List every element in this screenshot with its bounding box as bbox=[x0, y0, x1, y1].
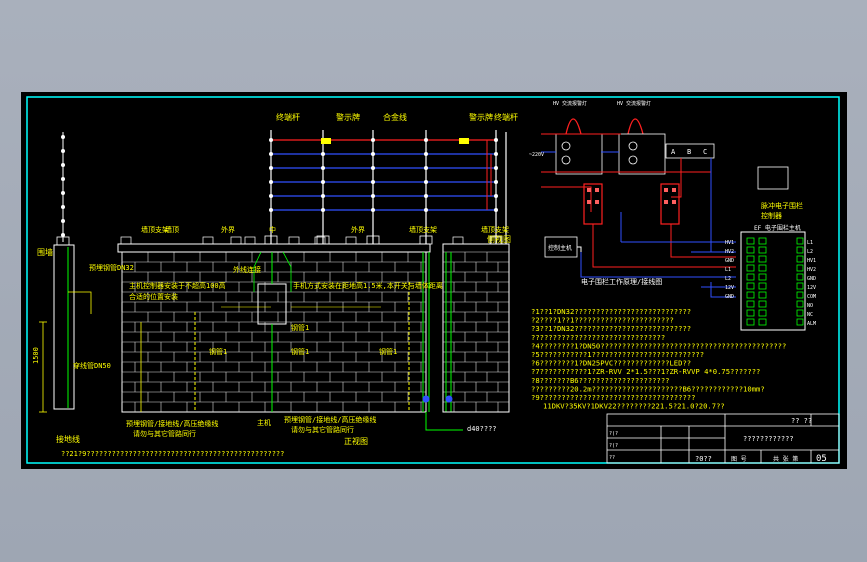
switch-label-3: L1 bbox=[725, 267, 731, 273]
label-pipe-v: 穿线管DN50 bbox=[73, 361, 111, 370]
power-label: ~220V bbox=[529, 152, 544, 158]
switch-label-0: HV1 bbox=[725, 240, 734, 246]
callout-pipe-e: 钢管1 bbox=[291, 347, 309, 356]
title-date: ?0?? bbox=[695, 455, 712, 463]
title-sheet-number: 05 bbox=[816, 454, 827, 464]
callout-controller: 主机控制器安装于不超高100高 bbox=[129, 281, 226, 290]
side-wall bbox=[53, 244, 75, 410]
label-side-view: 侧视图 bbox=[487, 234, 511, 244]
legend-title: 脉冲电子围栏 bbox=[761, 201, 803, 210]
terminal-a: A bbox=[671, 148, 676, 156]
pin-label-8: NC bbox=[807, 312, 813, 318]
note-line-11: 11DKV?35KV?1DKV22????????221.5?21.0?20.7… bbox=[543, 402, 725, 411]
lamp-label-2: HV 交流报警灯 bbox=[617, 100, 651, 107]
title-page-label: 共 张 第 bbox=[773, 455, 798, 463]
tag-label-4: 外界 bbox=[351, 225, 365, 234]
label-pole-right: 终端杆 bbox=[494, 112, 518, 122]
pin-label-6: COM bbox=[807, 294, 816, 300]
pin-label-9: ALM bbox=[807, 321, 816, 327]
label-front-view: 正视图 bbox=[344, 436, 368, 446]
fence-note: ??21?9??????????????????????????????????… bbox=[61, 450, 284, 458]
bottom-label-d: 预埋钢管/接地线/高压绝缘线 bbox=[284, 415, 376, 424]
pin-label-7: NO bbox=[807, 303, 813, 309]
switch-label-6: GND bbox=[725, 294, 734, 300]
bottom-label-host: 主机 bbox=[257, 418, 271, 427]
callout-pipe-d: 钢管1 bbox=[209, 347, 227, 356]
label-fence-wire: 合金线 bbox=[383, 112, 407, 122]
legend-subtitle: 控制器 bbox=[761, 211, 782, 220]
label-pipe-dn32: 预埋钢管DN32 bbox=[89, 263, 134, 272]
switch-label-5: 12V bbox=[725, 285, 734, 291]
title-drawing-name: ???????????? bbox=[743, 435, 794, 443]
callout-d40: d40???? bbox=[467, 425, 497, 433]
switch-label-4: L2 bbox=[725, 276, 731, 282]
notes-block: ?1??1?DN32????????????????????????????2?… bbox=[531, 307, 786, 411]
callout-position: 合适的位置安装 bbox=[129, 292, 178, 301]
host-label: 控制主机 bbox=[548, 244, 572, 252]
label-wall: 围墙 bbox=[37, 247, 53, 257]
legend-box-title: EF 电子围栏主机 bbox=[754, 224, 801, 232]
lamp-label-1: HV 交流报警灯 bbox=[553, 100, 587, 107]
pin-label-4: GND bbox=[807, 276, 816, 282]
tag-label-3: 中 bbox=[269, 225, 276, 234]
tag-label-2: 外界 bbox=[221, 225, 235, 234]
title-row-1: ?(? bbox=[609, 431, 618, 437]
label-height-dim: 1500 bbox=[32, 347, 40, 364]
pin-label-1: L2 bbox=[807, 249, 813, 255]
schematic-caption: 电子围栏工作原理/接线图 bbox=[581, 277, 662, 286]
callout-switch: 手机方式安装在距地高1.5米,本开关与墙体距离 bbox=[293, 281, 443, 290]
label-sign-left: 警示牌 bbox=[336, 112, 360, 122]
callout-pipe-g: 钢管1 bbox=[291, 323, 309, 332]
wall-cap bbox=[117, 243, 431, 253]
bottom-label-a: 预埋钢管/接地线/高压绝缘线 bbox=[126, 419, 218, 428]
switch-label-2: GND bbox=[725, 258, 734, 264]
pin-label-3: HV2 bbox=[807, 267, 816, 273]
label-ground: 接地线 bbox=[56, 434, 80, 444]
bottom-label-e: 请勿与其它管路同行 bbox=[291, 425, 354, 434]
callout-external: 外线连接 bbox=[233, 265, 261, 274]
title-sheet-label: 图 号 bbox=[731, 456, 747, 463]
pin-label-2: HV1 bbox=[807, 258, 816, 264]
label-pole-left: 终端杆 bbox=[276, 112, 300, 122]
cad-drawing-canvas[interactable]: 墙顶支架 墙顶 外界中外界 墙顶支架 墙顶支架 终端杆 警示牌 合金线 警示牌 终端杆 … bbox=[21, 92, 847, 469]
terminal-c: C bbox=[703, 148, 707, 156]
title-row-3: ?? bbox=[609, 455, 615, 461]
terminal-b: B bbox=[687, 148, 691, 156]
cad-sheet: 墙顶支架墙顶 外界中外界 墙顶支架 墙顶支架 终端杆 警示牌 合金线 警示牌 终端杆 … bbox=[26, 96, 840, 464]
title-scale: ?? ?? bbox=[791, 417, 812, 425]
pin-label-0: L1 bbox=[807, 240, 813, 246]
pin-label-5: 12V bbox=[807, 285, 816, 291]
tag-label-5: 墙顶支架 bbox=[409, 225, 437, 234]
switch-label-1: HV2 bbox=[725, 249, 734, 255]
callout-pipe-f: 钢管1 bbox=[379, 347, 397, 356]
tag-label-6: 墙顶支架 bbox=[481, 225, 509, 234]
bottom-label-b: 请勿与其它管路同行 bbox=[133, 429, 196, 438]
title-row-2: ?(? bbox=[609, 443, 618, 449]
tag-label-1: 墙顶 bbox=[165, 225, 179, 234]
fence-elevation: 墙顶支架墙顶 外界中外界 墙顶支架 墙顶支架 bbox=[39, 130, 510, 431]
label-sign-right: 警示牌 bbox=[469, 112, 493, 122]
